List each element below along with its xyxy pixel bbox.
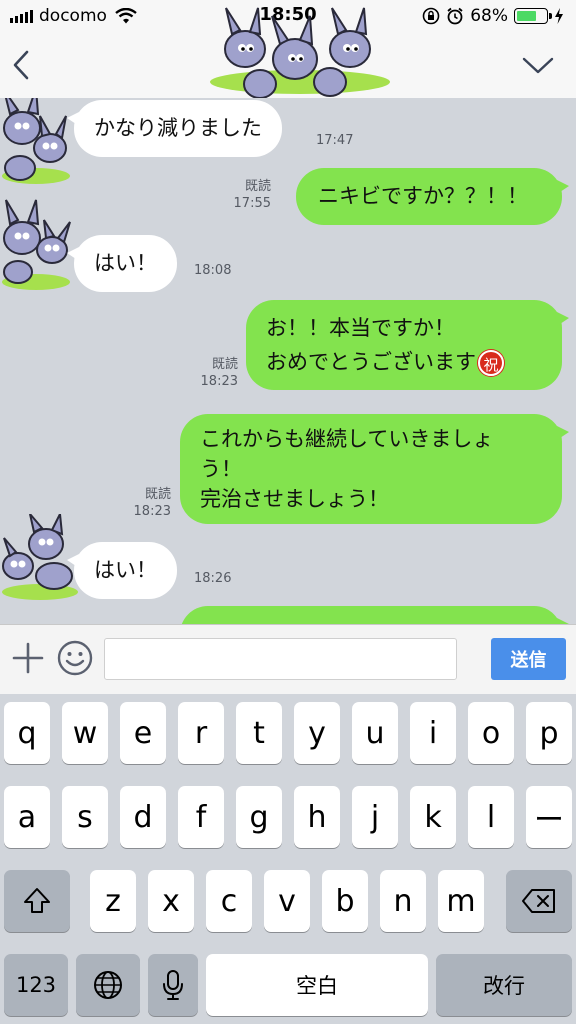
key-t[interactable]: t (236, 702, 282, 764)
key-k[interactable]: k (410, 786, 456, 848)
message-read-time: 既読 17:55 (234, 178, 271, 212)
rabbit-group-sticker-icon (2, 98, 70, 184)
incoming-message[interactable]: かなり減りました (67, 100, 282, 157)
message-line: 完治させましょう！ (200, 487, 389, 511)
read-receipt: 既読 (211, 357, 238, 372)
smiley-icon[interactable] (57, 640, 93, 676)
message-text: はい！ (94, 558, 157, 582)
message-line: おめでとうございます (266, 350, 476, 374)
globe-key[interactable] (76, 954, 140, 1016)
message-read-time: 既読 18:23 (201, 356, 238, 390)
shift-icon (24, 888, 50, 913)
key-p[interactable]: p (526, 702, 572, 764)
microphone-icon (163, 970, 183, 1000)
key-f[interactable]: f (178, 786, 224, 848)
top-bar: docomo 18:50 68% (0, 0, 576, 99)
key-q[interactable]: q (4, 702, 50, 764)
charging-bolt-icon (555, 8, 563, 24)
outgoing-message[interactable]: お！！本当ですか！ おめでとうございます祝 (246, 300, 569, 390)
message-text: はい！ (94, 251, 157, 275)
numbers-key[interactable]: 123 (4, 954, 68, 1016)
key-e[interactable]: e (120, 702, 166, 764)
message-text: かなり減りました (94, 116, 262, 140)
key-b[interactable]: b (322, 870, 368, 932)
key-d[interactable]: d (120, 786, 166, 848)
key-long-vowel[interactable]: ー (526, 786, 572, 848)
message-time: 17:55 (233, 196, 271, 211)
return-key[interactable]: 改行 (436, 954, 572, 1016)
read-receipt: 既読 (244, 179, 271, 194)
key-u[interactable]: u (352, 702, 398, 764)
incoming-message[interactable]: はい！ (67, 542, 177, 599)
key-l[interactable]: l (468, 786, 514, 848)
message-text: ニキビですか？？！！ (318, 184, 528, 208)
orientation-lock-icon (422, 7, 440, 25)
chat-area[interactable]: かなり減りました 17:47 既読 17:55 ニキビですか？？！！ はい！ 1… (0, 98, 576, 624)
rabbit-group-sticker-icon (210, 7, 390, 99)
key-x[interactable]: x (148, 870, 194, 932)
message-input[interactable] (104, 638, 457, 680)
message-input-bar: 送信 (0, 624, 576, 694)
message-read-time: 既読 18:23 (134, 486, 171, 520)
key-z[interactable]: z (90, 870, 136, 932)
status-right: 68% (422, 5, 564, 27)
key-s[interactable]: s (62, 786, 108, 848)
message-time: 18:23 (200, 374, 238, 389)
chevron-left-icon[interactable] (12, 50, 30, 80)
message-time: 18:08 (194, 263, 232, 278)
alarm-icon (447, 7, 463, 25)
key-w[interactable]: w (62, 702, 108, 764)
message-time: 18:26 (194, 571, 232, 586)
message-line: お！！本当ですか！ (266, 316, 455, 340)
chevron-down-icon[interactable] (522, 56, 554, 76)
key-i[interactable]: i (410, 702, 456, 764)
key-j[interactable]: j (352, 786, 398, 848)
shift-key[interactable] (4, 870, 70, 932)
key-o[interactable]: o (468, 702, 514, 764)
outgoing-message[interactable]: ニキビですか？？！！ (296, 168, 569, 225)
key-v[interactable]: v (264, 870, 310, 932)
message-time: 17:47 (316, 133, 354, 148)
keyboard: qwertyuiop asdfghjklー zxcvbnm 123 空白 改行 (0, 694, 576, 1024)
key-a[interactable]: a (4, 786, 50, 848)
key-r[interactable]: r (178, 702, 224, 764)
incoming-message[interactable]: はい！ (67, 235, 177, 292)
backspace-icon (522, 889, 555, 913)
key-m[interactable]: m (438, 870, 484, 932)
celebration-emoji-icon: 祝 (478, 350, 504, 376)
outgoing-message-partial[interactable] (180, 606, 569, 624)
key-h[interactable]: h (294, 786, 340, 848)
key-c[interactable]: c (206, 870, 252, 932)
space-key[interactable]: 空白 (206, 954, 428, 1016)
read-receipt: 既読 (144, 487, 171, 502)
delete-key[interactable] (506, 870, 572, 932)
plus-icon[interactable] (12, 642, 44, 674)
rabbit-group-sticker-icon (2, 199, 71, 290)
globe-icon (94, 971, 122, 999)
message-time: 18:23 (133, 504, 171, 519)
key-g[interactable]: g (236, 786, 282, 848)
key-y[interactable]: y (294, 702, 340, 764)
key-n[interactable]: n (380, 870, 426, 932)
message-line: これからも継続していきましょ (200, 427, 494, 451)
battery-percent: 68% (470, 6, 508, 26)
microphone-key[interactable] (148, 954, 198, 1016)
message-line: う！ (200, 457, 242, 481)
outgoing-message[interactable]: これからも継続していきましょ う！ 完治させましょう！ (180, 414, 569, 524)
battery-icon (514, 8, 552, 24)
send-button[interactable]: 送信 (491, 638, 566, 680)
